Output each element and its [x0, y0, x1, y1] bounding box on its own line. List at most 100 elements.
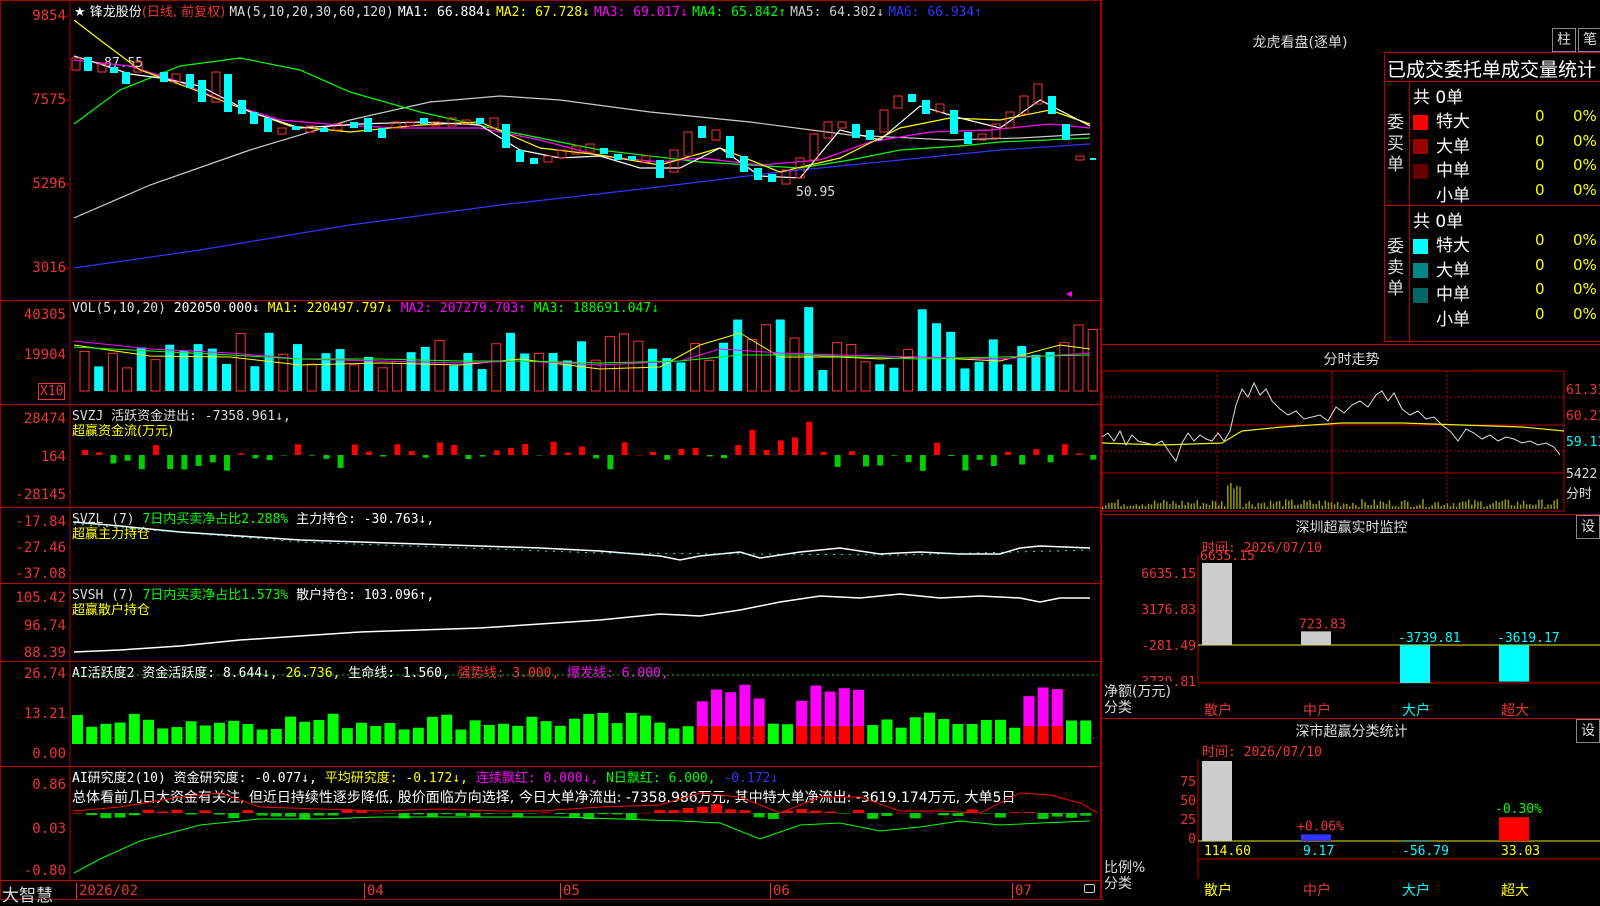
money-flow-bar — [919, 455, 926, 471]
intraday-volume-bar — [1144, 506, 1147, 509]
intraday-volume-bar — [1391, 506, 1394, 509]
intraday-volume-bar — [1489, 504, 1491, 509]
money-flow-bar — [820, 451, 827, 455]
activity-bar — [327, 713, 339, 744]
intraday-volume-bar — [1291, 499, 1293, 509]
volume-bar — [335, 349, 345, 391]
svzj-panel[interactable]: SVZJ 活跃资金进出: -7358.961↓, 超赢资金流(万元) 28474… — [0, 405, 1100, 507]
volume-bar — [377, 367, 388, 392]
intraday-volume-bar — [1233, 488, 1235, 509]
volume-bars — [69, 301, 1098, 404]
research-bar — [867, 813, 879, 819]
money-flow-bar — [706, 455, 713, 457]
research-bar — [640, 812, 651, 814]
money-flow-bar — [508, 447, 514, 455]
intraday-volume-bar — [1217, 505, 1220, 509]
net-amount-label: 723.83 — [1299, 617, 1346, 632]
size-name: 特大 — [1436, 112, 1470, 132]
size-color-swatch — [1413, 263, 1428, 278]
activity-bar — [1066, 720, 1077, 744]
intraday-volume-bar — [1416, 505, 1418, 509]
intraday-volume-bar — [1132, 505, 1134, 509]
intraday-volume-bar — [1193, 503, 1195, 509]
volume-bar — [235, 332, 246, 392]
activity-bar — [682, 726, 694, 744]
money-flow-bar — [692, 448, 699, 455]
volume-panel[interactable]: VOL(5,10,20) 202050.000↓ MA1: 220497.797… — [0, 301, 1100, 404]
volume-bar — [690, 343, 701, 392]
research-bar — [1066, 813, 1077, 818]
research-bar — [810, 810, 822, 813]
size-color-swatch — [1413, 163, 1428, 179]
svzl-panel[interactable]: SVZL (7) 7日内买卖净占比2.288% 主力持仓: -30.763↓, … — [0, 508, 1100, 583]
activity-bar — [483, 724, 495, 744]
activity-bar — [938, 719, 950, 744]
net-amount-label: 6635.15 — [1200, 549, 1255, 564]
intraday-volume-bar — [1346, 503, 1348, 509]
lock-icon[interactable] — [1084, 884, 1095, 893]
research-bar — [242, 810, 254, 813]
activity-bar — [540, 721, 552, 744]
price-panel[interactable]: ★ 锋龙股份(日线, 前复权) MA(5,10,20,30,60,120) MA… — [0, 0, 1100, 300]
volume-bar — [434, 340, 445, 392]
intraday-volume-bar — [1532, 505, 1534, 509]
intraday-volume-bar — [1480, 501, 1482, 509]
intraday-chart — [1102, 370, 1565, 512]
date-tick: 06 — [770, 883, 790, 899]
size-name: 大单 — [1436, 136, 1470, 157]
intraday-volume-bar — [1525, 504, 1528, 509]
research-bar — [114, 813, 126, 818]
volume-bar — [946, 331, 956, 391]
volume-bar — [988, 339, 998, 391]
intraday-volume-bar — [1208, 505, 1211, 509]
size-count: 0 — [1535, 156, 1545, 174]
research-bar — [214, 813, 225, 815]
research-bar — [1080, 813, 1092, 816]
volume-bar — [406, 352, 416, 391]
intraday-volume-bar — [1242, 506, 1244, 509]
research-bar — [739, 810, 751, 813]
intraday-panel[interactable]: 分时走势 61.31 60.21 59.11 5422 分时 — [1101, 344, 1600, 514]
tick-view-button[interactable]: 笔 — [1578, 28, 1600, 52]
intraday-volume-bar — [1248, 501, 1250, 509]
intraday-volume-bar — [1175, 503, 1177, 509]
sz-monitor-panel[interactable]: 深圳超赢实时监控 设 时间: 2026/07/10 6635.15 3176.8… — [1101, 514, 1600, 719]
intraday-volume-bar — [1403, 500, 1406, 509]
activity-bar — [952, 723, 964, 744]
activity-bar — [270, 728, 282, 744]
research-bar — [1009, 812, 1021, 813]
size-percent: 0% — [1573, 231, 1597, 249]
money-flow-bar — [664, 455, 671, 460]
money-flow-bar — [579, 446, 585, 455]
size-color-swatch — [1413, 287, 1428, 303]
size-color-swatch — [1413, 139, 1428, 154]
intraday-volume-bar — [1468, 499, 1470, 509]
intraday-volume-bar — [1321, 505, 1324, 509]
intraday-volume-bar — [1364, 502, 1366, 509]
intraday-volume-bar — [1474, 499, 1476, 509]
category-label: 散户 — [1204, 702, 1232, 719]
intraday-volume-bar — [1169, 504, 1171, 509]
volume-bar — [548, 352, 558, 391]
money-flow-bar — [1033, 449, 1040, 455]
svzj-bars — [69, 405, 1097, 507]
class-change-label: +0.06% — [1297, 819, 1344, 834]
column-view-button[interactable]: 柱 — [1552, 28, 1576, 52]
svsh-panel[interactable]: SVSH (7) 7日内买卖净占比1.573% 散户持仓: 103.096↑, … — [0, 584, 1100, 661]
intraday-volume-bar — [1105, 504, 1107, 509]
money-flow-bar — [735, 445, 742, 455]
intraday-volume-bar — [1529, 503, 1531, 509]
research-bar — [370, 812, 382, 814]
class-ratio-bar — [1499, 817, 1529, 841]
ai-active-panel[interactable]: AI活跃度2 资金活跃度: 8.644↓, 26.736, 生命线: 1.560… — [0, 662, 1100, 766]
intraday-volume-bar — [1102, 506, 1104, 509]
activity-bar — [441, 714, 453, 744]
sz-class-panel[interactable]: 深市超赢分类统计 设 时间: 2026/07/10 75 50 25 0 比例%… — [1101, 718, 1600, 900]
intraday-vol-label: 5422 — [1566, 467, 1598, 482]
money-flow-bar — [280, 455, 287, 456]
research-bar — [512, 813, 524, 817]
volume-bar — [1045, 351, 1055, 391]
volume-bar — [676, 362, 686, 391]
ai-research-panel[interactable]: AI研究度2(10) 资金研究度: -0.077↓, 平均研究度: -0.172… — [0, 767, 1100, 882]
activity-bar — [214, 722, 225, 744]
